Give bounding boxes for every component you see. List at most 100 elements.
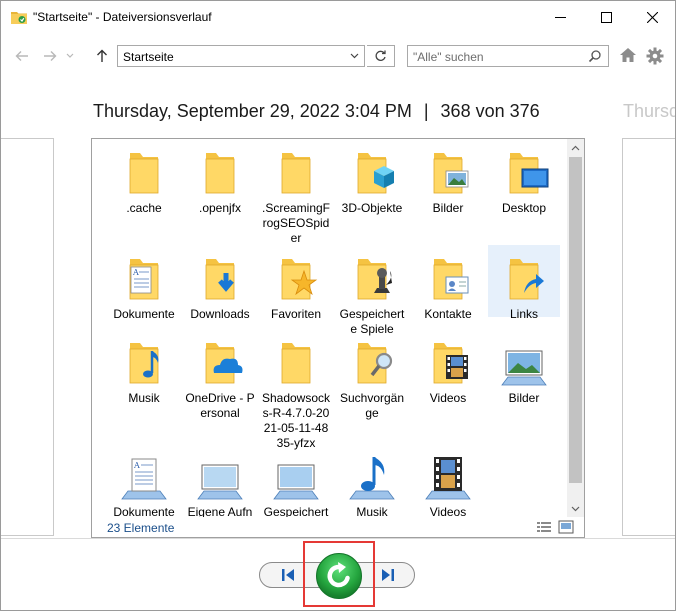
file-item[interactable]: Videos <box>412 443 484 517</box>
file-item[interactable]: OneDrive - Personal <box>184 329 256 421</box>
file-item[interactable]: Kontakte <box>412 245 484 322</box>
folder-search-icon <box>344 339 400 387</box>
backup-date-heading: Thursday, September 29, 2022 3:04 PM | 368… <box>93 101 540 122</box>
file-item[interactable]: Suchvorgänge <box>336 329 408 421</box>
file-item[interactable]: Musik <box>108 329 180 406</box>
details-view-icon[interactable] <box>536 520 552 534</box>
next-version-panel[interactable] <box>622 138 675 536</box>
file-label: Eigene Aufnahmen <box>187 505 253 517</box>
address-value: Startseite <box>123 50 174 64</box>
chevron-down-icon <box>571 506 580 511</box>
file-label: Videos <box>429 505 467 517</box>
item-count: 23 Elemente <box>107 521 175 535</box>
file-label: Suchvorgänge <box>339 391 405 420</box>
forward-button[interactable] <box>41 47 59 65</box>
library-pictures-icon <box>496 339 552 387</box>
file-item[interactable]: Eigene Aufnahmen <box>184 443 256 517</box>
svg-text:A: A <box>133 461 140 470</box>
folder-downloads-icon <box>192 255 248 303</box>
file-item[interactable]: Musik <box>336 443 408 517</box>
bottom-divider <box>1 538 675 539</box>
file-label: Dokumente <box>113 505 175 517</box>
previous-version-panel[interactable] <box>1 138 54 536</box>
restore-button[interactable] <box>315 552 363 600</box>
file-item[interactable]: .ScreamingFrogSEOSpider <box>260 139 332 246</box>
file-label: .openjfx <box>198 201 242 215</box>
folder-icon <box>192 149 248 197</box>
gear-icon[interactable] <box>646 47 664 65</box>
file-item[interactable]: Gespeicherte Bilder <box>260 443 332 517</box>
close-icon <box>646 12 658 23</box>
file-label: Musik <box>356 505 388 517</box>
file-item[interactable]: Links <box>488 245 560 321</box>
folder-3d-icon <box>344 149 400 197</box>
up-button[interactable] <box>93 47 111 65</box>
file-item[interactable]: Favoriten <box>260 245 332 322</box>
recent-locations-button[interactable] <box>64 47 76 65</box>
file-label: Bilder <box>508 391 540 405</box>
folder-icon <box>268 339 324 387</box>
file-label: Gespeicherte Bilder <box>263 505 329 517</box>
search-placeholder: "Alle" suchen <box>413 50 484 64</box>
vertical-scrollbar[interactable] <box>567 139 584 517</box>
file-label: Dokumente <box>113 307 175 321</box>
file-item[interactable]: A Dokumente <box>108 245 180 322</box>
file-label: Shadowsocks-R-4.7.0-2021-05-11-4835-yfzx <box>261 391 331 450</box>
file-label: Kontakte <box>424 307 472 321</box>
minimize-icon <box>554 17 566 18</box>
file-item[interactable]: Gespeicherte Spiele <box>336 245 408 337</box>
file-item[interactable]: Downloads <box>184 245 256 322</box>
file-item[interactable]: Bilder <box>488 329 560 406</box>
chevron-down-icon <box>350 53 358 59</box>
folder-favorites-icon <box>268 255 324 303</box>
next-version-button[interactable] <box>371 564 405 586</box>
close-button[interactable] <box>629 1 675 34</box>
library-recordings-icon <box>192 453 248 501</box>
search-icon <box>588 50 601 63</box>
file-item[interactable]: Bilder <box>412 139 484 216</box>
folder-icon <box>116 149 172 197</box>
file-label: Musik <box>128 391 160 405</box>
back-button[interactable] <box>13 47 31 65</box>
folder-music-icon <box>116 339 172 387</box>
scrollbar-thumb[interactable] <box>569 157 582 483</box>
file-item[interactable]: .openjfx <box>184 139 256 216</box>
forward-arrow-icon <box>44 51 57 61</box>
file-history-app-icon <box>11 12 27 24</box>
file-item[interactable]: A Dokumente <box>108 443 180 517</box>
library-documents-icon: A <box>116 453 172 501</box>
file-item[interactable]: .cache <box>108 139 180 216</box>
minimize-button[interactable] <box>537 1 583 34</box>
file-label: Videos <box>429 391 467 405</box>
file-label: OneDrive - Personal <box>185 391 255 420</box>
folder-games-icon <box>344 255 400 303</box>
file-item[interactable]: Desktop <box>488 139 560 216</box>
navigation-toolbar: Startseite "Alle" suchen <box>1 41 675 71</box>
file-label: 3D-Objekte <box>341 201 403 215</box>
library-videos-icon <box>420 453 476 501</box>
file-item[interactable]: Shadowsocks-R-4.7.0-2021-05-11-4835-yfzx <box>260 329 332 451</box>
maximize-button[interactable] <box>583 1 629 34</box>
library-music-icon <box>344 453 400 501</box>
file-item[interactable]: Videos <box>412 329 484 406</box>
chevron-down-icon <box>66 53 74 58</box>
folder-videos-icon <box>420 339 476 387</box>
folder-pictures-icon <box>420 149 476 197</box>
file-label: Links <box>509 307 538 321</box>
address-dropdown-button[interactable] <box>344 46 364 66</box>
file-label: .ScreamingFrogSEOSpider <box>261 201 331 245</box>
up-arrow-icon <box>97 49 107 62</box>
refresh-button[interactable] <box>367 45 395 67</box>
title-bar: "Startseite" - Dateiversionsverlauf <box>1 1 675 34</box>
address-bar[interactable]: Startseite <box>117 45 365 67</box>
large-icons-view-icon[interactable] <box>558 520 574 534</box>
home-icon[interactable] <box>619 47 637 63</box>
scroll-down-button[interactable] <box>567 500 584 517</box>
version-position: 368 von 376 <box>440 101 540 121</box>
library-saved-pictures-icon <box>268 453 324 501</box>
previous-version-button[interactable] <box>271 564 305 586</box>
file-item[interactable]: 3D-Objekte <box>336 139 408 216</box>
scroll-up-button[interactable] <box>567 139 584 156</box>
search-box[interactable]: "Alle" suchen <box>407 45 609 67</box>
file-history-window: "Startseite" - Dateiversionsverlauf Star… <box>0 0 676 611</box>
